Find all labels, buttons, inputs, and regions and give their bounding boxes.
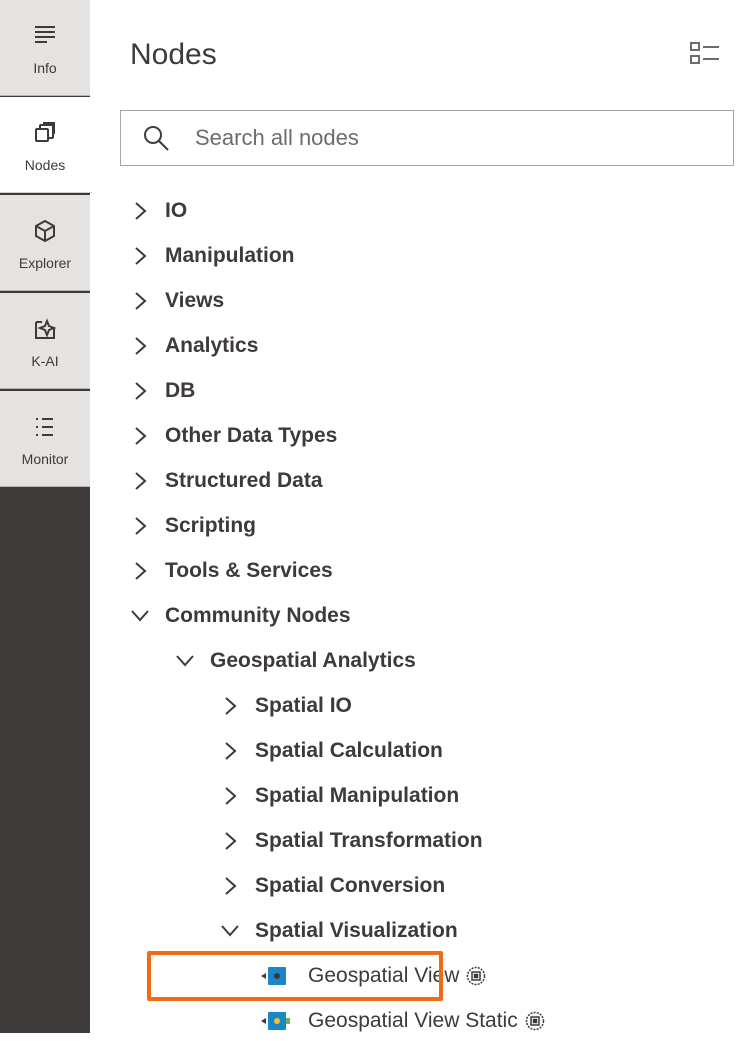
category-label: Views <box>165 289 225 312</box>
category-manipulation[interactable]: Manipulation <box>128 236 295 276</box>
chevron-down-icon <box>173 649 197 673</box>
monitor-list-icon <box>0 415 90 439</box>
category-label: Scripting <box>165 514 257 537</box>
category-label: Analytics <box>165 334 259 357</box>
category-io[interactable]: IO <box>128 191 187 231</box>
node-item-geospatial-view-static[interactable]: Geospatial View Static <box>260 1001 546 1041</box>
rail-item-label: Explorer <box>18 255 72 271</box>
category-label: Spatial Calculation <box>255 739 443 762</box>
category-analytics[interactable]: Analytics <box>128 326 258 366</box>
category-label: Spatial Transformation <box>255 829 483 852</box>
search-icon <box>141 123 171 153</box>
category-spatial-calculation[interactable]: Spatial Calculation <box>218 731 443 771</box>
chevron-right-icon <box>218 784 242 808</box>
search-input[interactable] <box>193 124 697 152</box>
chevron-right-icon <box>128 424 152 448</box>
rail-item-k-ai[interactable]: K-AI <box>0 293 90 389</box>
rail-item-info[interactable]: Info <box>0 0 90 96</box>
category-label: Spatial Visualization <box>255 919 458 942</box>
category-label: Spatial IO <box>255 694 352 717</box>
category-tools-services[interactable]: Tools & Services <box>128 551 333 591</box>
category-db[interactable]: DB <box>128 371 195 411</box>
search-box <box>120 110 734 166</box>
category-label: Other Data Types <box>165 424 338 447</box>
rail-item-monitor[interactable]: Monitor <box>0 391 90 487</box>
node-item-label: Geospatial View Static <box>308 1009 518 1032</box>
category-spatial-transformation[interactable]: Spatial Transformation <box>218 821 483 861</box>
rail-item-label: Info <box>33 60 57 76</box>
category-label: Spatial Manipulation <box>255 784 460 807</box>
chevron-down-icon <box>128 604 152 628</box>
category-scripting[interactable]: Scripting <box>128 506 256 546</box>
chevron-right-icon <box>128 199 152 223</box>
component-badge-icon <box>524 1010 546 1032</box>
rail-item-nodes[interactable]: Nodes <box>0 97 92 193</box>
category-spatial-manipulation[interactable]: Spatial Manipulation <box>218 776 459 816</box>
activity-rail: Info Nodes Explorer K-AI Monitor <box>0 0 92 1033</box>
category-label: Manipulation <box>165 244 295 267</box>
chevron-right-icon <box>218 739 242 763</box>
category-label: Structured Data <box>165 469 323 492</box>
visualizer-node-icon <box>260 1010 290 1032</box>
category-label: Geospatial Analytics <box>210 649 416 672</box>
list-view-toggle-button[interactable] <box>688 40 722 70</box>
k-ai-sparkle-icon <box>0 317 90 341</box>
rail-item-label: K-AI <box>31 353 59 369</box>
category-other-data-types[interactable]: Other Data Types <box>128 416 337 456</box>
category-views[interactable]: Views <box>128 281 224 321</box>
node-item-label: Geospatial View <box>308 964 460 987</box>
nodes-icon <box>0 121 90 145</box>
rail-item-label: Nodes <box>24 157 66 173</box>
info-lines-icon <box>0 24 90 48</box>
category-label: Community Nodes <box>165 604 351 627</box>
chevron-right-icon <box>128 334 152 358</box>
chevron-right-icon <box>128 379 152 403</box>
chevron-right-icon <box>128 244 152 268</box>
chevron-right-icon <box>128 469 152 493</box>
chevron-right-icon <box>128 559 152 583</box>
rail-item-label: Monitor <box>21 451 69 467</box>
category-spatial-visualization[interactable]: Spatial Visualization <box>218 911 458 951</box>
category-label: Spatial Conversion <box>255 874 446 897</box>
category-label: DB <box>165 379 196 402</box>
chevron-right-icon <box>218 694 242 718</box>
visualizer-node-icon <box>260 965 290 987</box>
page-title: Nodes <box>130 38 217 71</box>
category-structured-data[interactable]: Structured Data <box>128 461 323 501</box>
chevron-down-icon <box>218 919 242 943</box>
rail-item-explorer[interactable]: Explorer <box>0 195 90 291</box>
category-geospatial-analytics[interactable]: Geospatial Analytics <box>173 641 416 681</box>
category-label: IO <box>165 199 188 222</box>
chevron-right-icon <box>128 514 152 538</box>
category-spatial-io[interactable]: Spatial IO <box>218 686 352 726</box>
chevron-right-icon <box>218 874 242 898</box>
category-spatial-conversion[interactable]: Spatial Conversion <box>218 866 445 906</box>
chevron-right-icon <box>128 289 152 313</box>
category-label: Tools & Services <box>165 559 333 582</box>
node-item-geospatial-view[interactable]: Geospatial View <box>260 956 487 996</box>
explorer-cube-icon <box>0 219 90 243</box>
component-badge-icon <box>465 965 487 987</box>
list-view-icon <box>689 40 721 71</box>
category-community-nodes[interactable]: Community Nodes <box>128 596 351 636</box>
chevron-right-icon <box>218 829 242 853</box>
